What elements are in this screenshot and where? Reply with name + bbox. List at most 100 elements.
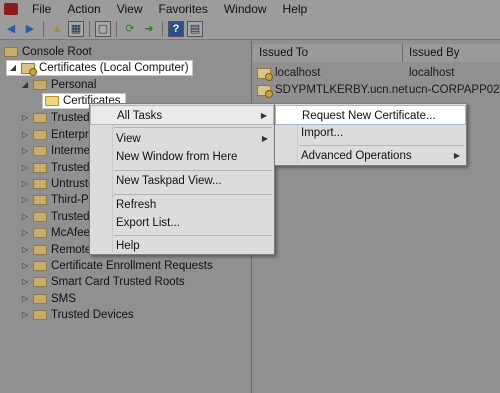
collapse-arrow-icon[interactable]: ▷ <box>20 110 30 126</box>
issued-by-cell: ucn-CORPAPP02-C <box>409 84 500 96</box>
tree-item-certificates-root[interactable]: ◢ Certificates (Local Computer) <box>6 60 193 76</box>
submenu-arrow-icon: ▶ <box>261 134 268 143</box>
folder-icon <box>45 96 59 106</box>
folder-icon <box>33 212 47 222</box>
folder-icon <box>33 195 47 205</box>
menu-item-import[interactable]: Import... <box>275 123 466 143</box>
tree-label: Trusted <box>51 112 90 124</box>
certificate-icon <box>257 84 273 98</box>
tree-item-personal[interactable]: ◢ Personal <box>20 77 96 93</box>
folder-icon <box>33 228 47 238</box>
forward-arrow-icon[interactable]: ▶ <box>22 21 38 37</box>
toolbar: ◀ ▶ ▲ ▦ ▢ ⟳ ➜ ? ▤ <box>0 18 500 40</box>
menu-item-refresh[interactable]: Refresh <box>90 195 274 215</box>
collapse-arrow-icon[interactable]: ▷ <box>20 209 30 225</box>
collapse-arrow-icon[interactable]: ▷ <box>20 291 30 307</box>
collapse-arrow-icon[interactable]: ▷ <box>20 143 30 159</box>
tree-label: Trusted <box>51 162 90 174</box>
issued-to-cell: SDYPMTLKERBY.ucn.net <box>275 84 408 96</box>
menu-help[interactable]: Help <box>275 0 316 18</box>
tree-item-enrollment-requests[interactable]: ▷ Certificate Enrollment Requests <box>20 258 213 274</box>
menu-item-export-list[interactable]: Export List... <box>90 213 274 233</box>
collapse-arrow-icon[interactable]: ▷ <box>20 127 30 143</box>
menu-item-label: All Tasks <box>117 110 163 122</box>
up-folder-icon[interactable]: ▲ <box>49 21 65 37</box>
folder-icon <box>33 179 47 189</box>
tree-label: Smart Card Trusted Roots <box>51 276 185 288</box>
collapse-arrow-icon[interactable]: ▷ <box>20 176 30 192</box>
issued-to-cell: localhost <box>275 67 321 79</box>
tree-label: Personal <box>51 79 97 91</box>
action-pane-icon[interactable]: ▤ <box>187 20 203 37</box>
folder-icon <box>33 113 47 123</box>
properties-icon[interactable]: ▢ <box>95 20 111 37</box>
menu-item-label: View <box>116 133 141 145</box>
tree-label: Certificates (Local Computer) <box>39 62 189 74</box>
expand-arrow-icon[interactable]: ◢ <box>8 60 18 76</box>
collapse-arrow-icon[interactable]: ▷ <box>20 242 30 258</box>
mmc-app-icon[interactable] <box>4 3 18 15</box>
menu-item-view[interactable]: View ▶ <box>90 129 274 149</box>
folder-icon <box>33 294 47 304</box>
toolbar-separator <box>162 20 163 37</box>
tree-item-trusted-devices[interactable]: ▷ Trusted Devices <box>20 307 134 323</box>
results-pane: Issued To Issued By localhost localhost … <box>253 41 500 393</box>
column-header-issued-by[interactable]: Issued By <box>403 44 500 62</box>
menu-item-new-taskpad[interactable]: New Taskpad View... <box>90 171 274 191</box>
folder-icon <box>4 47 18 57</box>
tree-item-remote[interactable]: ▷ Remote <box>20 242 91 258</box>
collapse-arrow-icon[interactable]: ▷ <box>20 274 30 290</box>
folder-icon <box>33 146 47 156</box>
tree-item-smart-card[interactable]: ▷ Smart Card Trusted Roots <box>20 274 185 290</box>
collapse-arrow-icon[interactable]: ▷ <box>20 258 30 274</box>
tree-label: Untruste <box>51 178 95 190</box>
back-arrow-icon[interactable]: ◀ <box>3 21 19 37</box>
collapse-arrow-icon[interactable]: ▷ <box>20 192 30 208</box>
column-header-issued-to[interactable]: Issued To <box>253 44 403 62</box>
tree-label: Enterpri <box>51 129 92 141</box>
tree-item-enterprise[interactable]: ▷ Enterpri <box>20 127 91 143</box>
export-icon[interactable]: ➜ <box>141 21 157 37</box>
toolbar-separator <box>89 20 90 37</box>
context-menu: All Tasks ▶ View ▶ New Window from Here … <box>89 103 275 255</box>
tree-label: Console Root <box>22 46 92 58</box>
refresh-icon[interactable]: ⟳ <box>122 21 138 37</box>
menu-item-new-window[interactable]: New Window from Here <box>90 147 274 167</box>
tree-label: SMS <box>51 293 76 305</box>
tree-item-intermediate[interactable]: ▷ Interme <box>20 143 90 159</box>
expand-arrow-icon[interactable]: ◢ <box>20 77 30 93</box>
menu-favorites[interactable]: Favorites <box>151 0 216 18</box>
all-tasks-submenu: Request New Certificate... Import... Adv… <box>274 103 467 166</box>
folder-icon <box>33 310 47 320</box>
menu-item-help[interactable]: Help <box>90 236 274 256</box>
list-row[interactable]: localhost <box>257 65 320 81</box>
tree-label: Trusted <box>51 211 90 223</box>
help-icon[interactable]: ? <box>168 20 184 37</box>
menu-item-advanced-operations[interactable]: Advanced Operations ▶ <box>275 146 466 166</box>
collapse-arrow-icon[interactable]: ▷ <box>20 225 30 241</box>
tree-item-trusted-people[interactable]: ▷ Trusted <box>20 209 90 225</box>
tree-item-third-party[interactable]: ▷ Third-Pa <box>20 192 95 208</box>
list-row[interactable]: SDYPMTLKERBY.ucn.net <box>257 82 408 98</box>
folder-icon <box>33 163 47 173</box>
menu-separator <box>114 127 272 128</box>
menu-item-request-new-certificate[interactable]: Request New Certificate... <box>275 105 466 125</box>
collapse-arrow-icon[interactable]: ▷ <box>20 160 30 176</box>
tree-label: Trusted Devices <box>51 309 134 321</box>
menu-file[interactable]: File <box>24 0 59 18</box>
tree-item-trusted-root[interactable]: ▷ Trusted <box>20 110 90 126</box>
folder-icon <box>33 245 47 255</box>
tree-item-mcafee[interactable]: ▷ McAfee <box>20 225 90 241</box>
menu-action[interactable]: Action <box>59 0 108 18</box>
tree-item-console-root[interactable]: Console Root <box>4 44 92 60</box>
issued-by-cell: localhost <box>409 67 455 79</box>
menu-view[interactable]: View <box>109 0 151 18</box>
show-tree-icon[interactable]: ▦ <box>68 20 84 37</box>
collapse-arrow-icon[interactable]: ▷ <box>20 307 30 323</box>
tree-item-trusted-publishers[interactable]: ▷ Trusted <box>20 160 90 176</box>
menu-item-all-tasks[interactable]: All Tasks ▶ <box>90 105 274 125</box>
tree-item-sms[interactable]: ▷ SMS <box>20 291 76 307</box>
folder-icon <box>33 130 47 140</box>
tree-item-untrusted[interactable]: ▷ Untruste <box>20 176 95 192</box>
menu-window[interactable]: Window <box>216 0 275 18</box>
